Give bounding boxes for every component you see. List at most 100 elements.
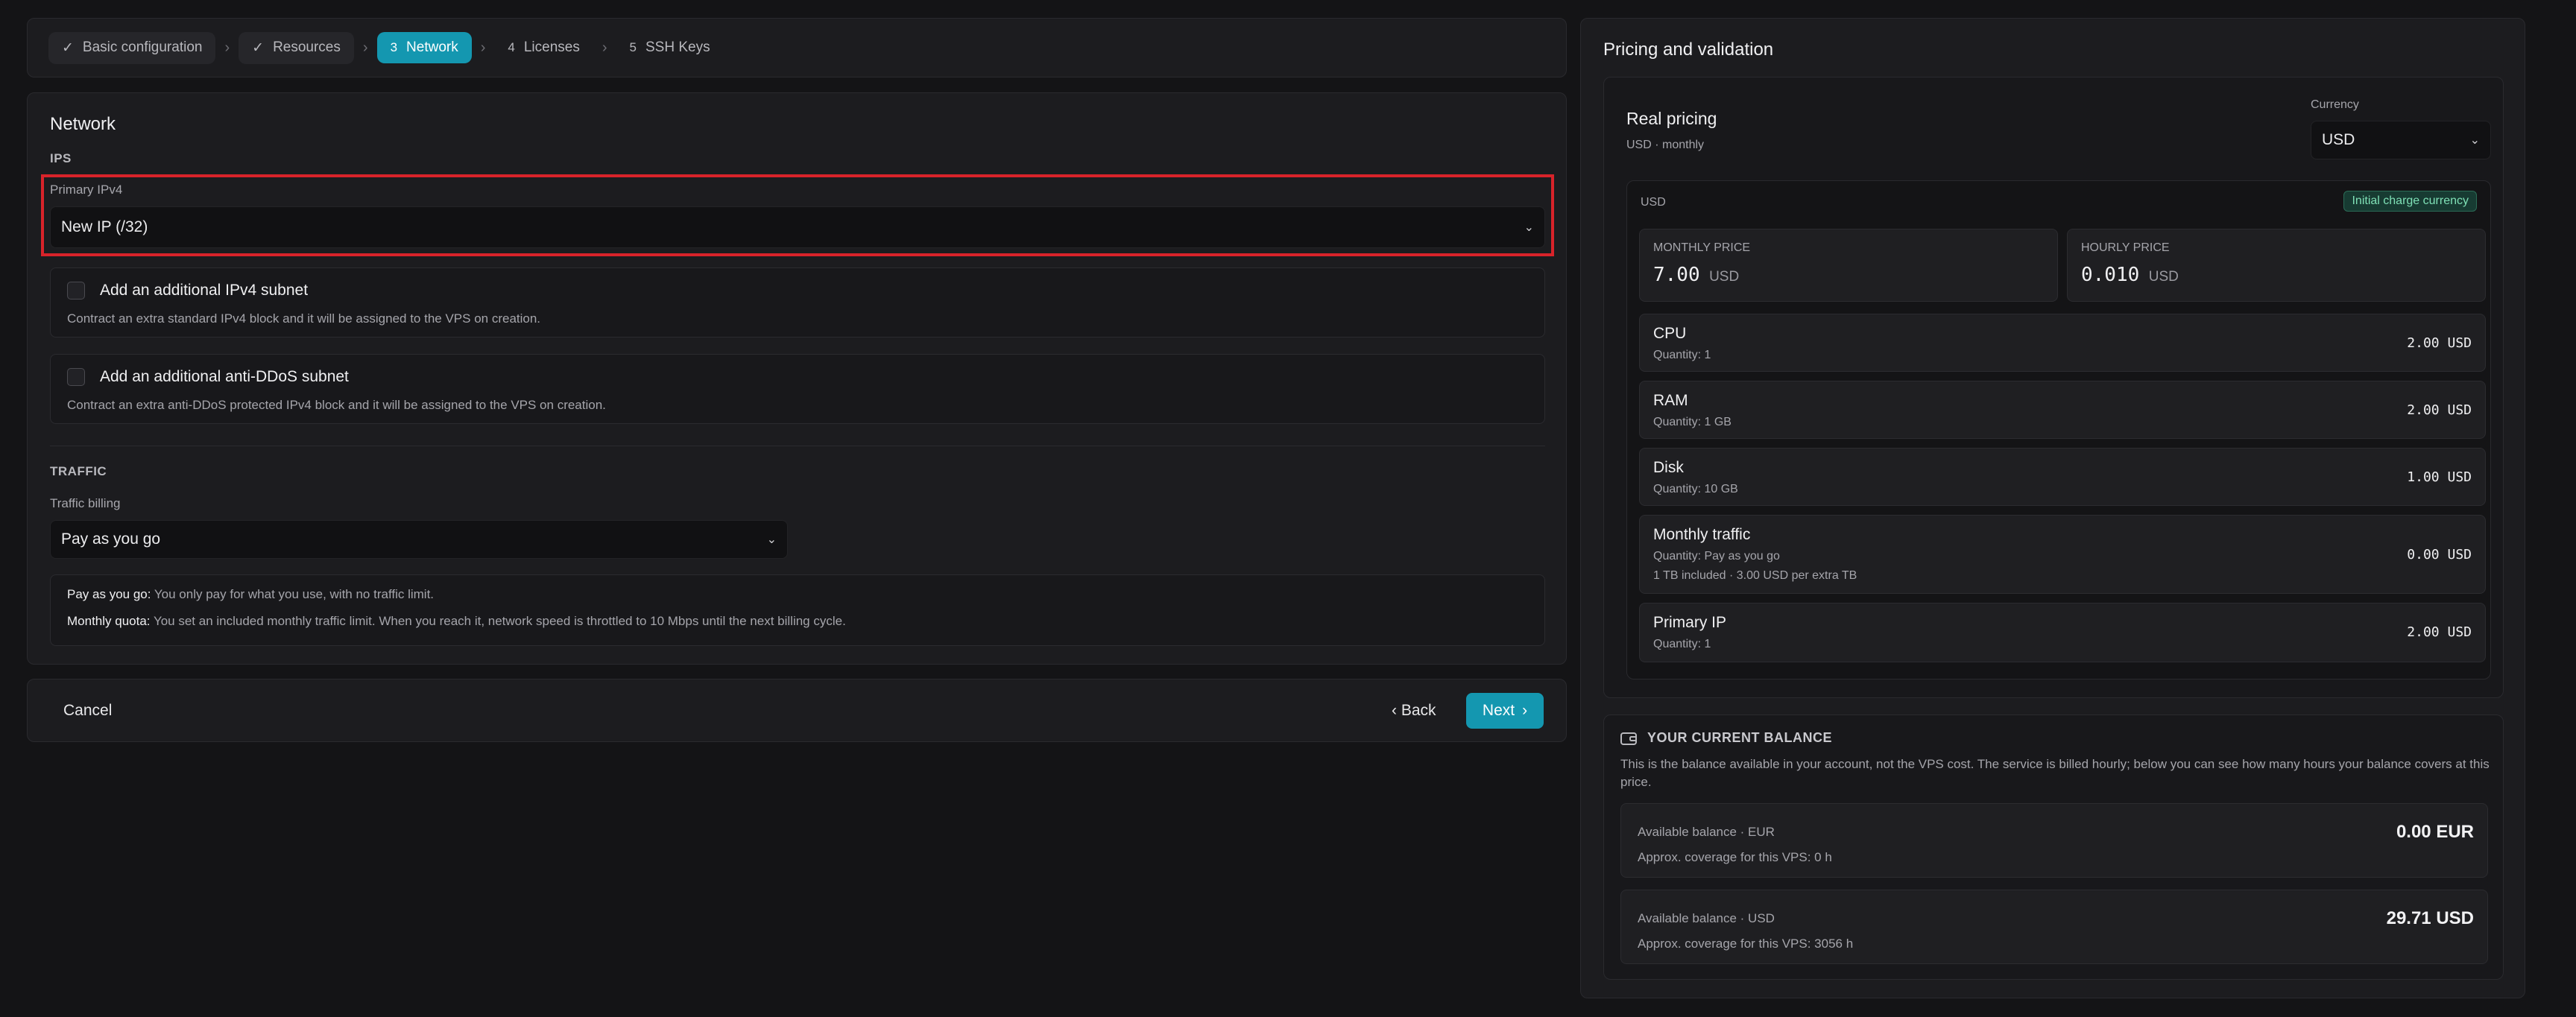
- chevron-left-icon: ‹: [1392, 702, 1397, 719]
- ips-heading: IPS: [50, 151, 72, 165]
- info-pay-as-you-go: Pay as you go: You only pay for what you…: [67, 587, 434, 602]
- line-item-title: RAM: [1653, 392, 1688, 409]
- balance-amount: 0.00 EUR: [2396, 822, 2474, 842]
- line-item-price: 0.00 USD: [2407, 547, 2472, 563]
- hourly-price-label: HOURLY PRICE: [2081, 241, 2170, 254]
- info-text: You only pay for what you use, with no t…: [154, 587, 435, 601]
- balance-description: This is the balance available in your ac…: [1620, 757, 2490, 789]
- section-title: Network: [50, 114, 116, 134]
- step-number: 4: [508, 40, 515, 54]
- line-item-quantity: Quantity: 1 GB: [1653, 416, 1731, 428]
- traffic-info-box: Pay as you go: You only pay for what you…: [50, 574, 1545, 646]
- cancel-button[interactable]: Cancel: [63, 702, 112, 720]
- option-title: Add an additional IPv4 subnet: [100, 282, 309, 299]
- balance-card: YOUR CURRENT BALANCE This is the balance…: [1603, 715, 2504, 980]
- hourly-price-card: HOURLY PRICE 0.010 USD: [2067, 229, 2486, 302]
- step-basic-configuration[interactable]: ✓ Basic configuration: [48, 31, 216, 64]
- chevron-down-icon: ⌄: [2469, 134, 2480, 147]
- anti-ddos-checkbox[interactable]: [67, 368, 85, 386]
- traffic-billing-label: Traffic billing: [50, 496, 121, 510]
- pricing-breakdown: USD Initial charge currency MONTHLY PRIC…: [1626, 180, 2491, 679]
- wizard-footer: Cancel ‹ Back Next ›: [27, 679, 1567, 742]
- hourly-price-value: 0.010: [2081, 264, 2140, 286]
- monthly-price-card: MONTHLY PRICE 7.00 USD: [1639, 229, 2058, 302]
- info-text: You set an included monthly traffic limi…: [153, 614, 846, 628]
- hourly-price-value-row: 0.010 USD: [2081, 264, 2179, 286]
- balance-heading-row: YOUR CURRENT BALANCE: [1620, 730, 1832, 746]
- check-icon: ✓: [252, 39, 265, 56]
- ipv4-subnet-checkbox[interactable]: [67, 282, 85, 300]
- pricing-subtitle: USD · monthly: [1626, 139, 1705, 151]
- step-network[interactable]: 3 Network: [376, 32, 472, 63]
- additional-ipv4-option[interactable]: Add an additional IPv4 subnet Contract a…: [50, 267, 1545, 338]
- line-item-monthly-traffic: Monthly traffic Quantity: Pay as you go …: [1639, 515, 2486, 594]
- real-pricing-heading: Real pricing: [1626, 109, 1717, 128]
- traffic-billing-select[interactable]: Pay as you go ⌄: [50, 520, 788, 559]
- highlight-box: [41, 174, 1554, 256]
- monthly-price-unit: USD: [1709, 269, 1740, 285]
- real-pricing-card: Real pricing USD · monthly Currency USD …: [1603, 77, 2504, 698]
- currency-select[interactable]: USD ⌄: [2311, 121, 2491, 159]
- balance-eur: Available balance · EUR Approx. coverage…: [1620, 803, 2488, 878]
- line-item-quantity: Quantity: 10 GB: [1653, 483, 1738, 495]
- step-label: Network: [406, 39, 458, 55]
- chevron-right-icon: ›: [602, 39, 607, 56]
- info-term: Pay as you go:: [67, 587, 151, 601]
- step-number: 3: [390, 40, 398, 54]
- balance-coverage: Approx. coverage for this VPS: 3056 h: [1638, 937, 1854, 951]
- next-button[interactable]: Next ›: [1466, 693, 1544, 729]
- pricing-title: Pricing and validation: [1603, 39, 1774, 60]
- line-item-quantity: Quantity: 1: [1653, 638, 1711, 650]
- step-licenses[interactable]: 4 Licenses: [494, 32, 593, 63]
- initial-charge-badge: Initial charge currency: [2343, 191, 2477, 212]
- line-item-note: 1 TB included · 3.00 USD per extra TB: [1653, 569, 1857, 582]
- line-item-title: Monthly traffic: [1653, 526, 1751, 543]
- step-ssh-keys[interactable]: 5 SSH Keys: [616, 32, 724, 63]
- line-item-title: Disk: [1653, 459, 1684, 476]
- step-resources[interactable]: ✓ Resources: [239, 31, 354, 64]
- traffic-billing-value: Pay as you go: [61, 530, 161, 548]
- anti-ddos-option[interactable]: Add an additional anti-DDoS subnet Contr…: [50, 354, 1545, 424]
- line-item-cpu: CPU Quantity: 1 2.00 USD: [1639, 314, 2486, 372]
- line-item-quantity: Quantity: Pay as you go: [1653, 550, 1780, 563]
- network-panel: Network IPS Primary IPv4 New IP (/32) ⌄ …: [27, 92, 1567, 665]
- balance-usd: Available balance · USD Approx. coverage…: [1620, 890, 2488, 964]
- balance-heading: YOUR CURRENT BALANCE: [1647, 730, 1832, 745]
- step-label: Resources: [273, 39, 341, 55]
- balance-amount: 29.71 USD: [2386, 908, 2474, 928]
- wizard-stepper: ✓ Basic configuration › ✓ Resources › 3 …: [27, 18, 1567, 77]
- monthly-price-value-row: 7.00 USD: [1653, 264, 1739, 286]
- hourly-price-unit: USD: [2148, 269, 2179, 285]
- back-button[interactable]: ‹ Back: [1392, 702, 1436, 720]
- info-monthly-quota: Monthly quota: You set an included month…: [67, 614, 846, 629]
- info-term: Monthly quota:: [67, 614, 151, 628]
- line-item-price: 2.00 USD: [2407, 335, 2472, 351]
- line-item-disk: Disk Quantity: 10 GB 1.00 USD: [1639, 448, 2486, 506]
- step-number: 5: [629, 40, 637, 54]
- traffic-heading: TRAFFIC: [50, 464, 107, 478]
- step-label: Licenses: [523, 39, 580, 55]
- line-item-price: 1.00 USD: [2407, 469, 2472, 485]
- monthly-price-label: MONTHLY PRICE: [1653, 241, 1751, 254]
- balance-coverage: Approx. coverage for this VPS: 0 h: [1638, 850, 1832, 864]
- line-item-price: 2.00 USD: [2407, 624, 2472, 640]
- chevron-right-icon: ›: [480, 39, 486, 56]
- monthly-price-value: 7.00: [1653, 264, 1700, 286]
- line-item-title: Primary IP: [1653, 614, 1727, 631]
- option-title: Add an additional anti-DDoS subnet: [100, 368, 349, 385]
- step-label: Basic configuration: [82, 39, 203, 55]
- box-currency: USD: [1641, 196, 1666, 209]
- next-label: Next: [1482, 702, 1515, 719]
- line-item-ram: RAM Quantity: 1 GB 2.00 USD: [1639, 381, 2486, 439]
- option-description: Contract an extra anti-DDoS protected IP…: [67, 398, 606, 412]
- chevron-right-icon: ›: [362, 39, 368, 56]
- line-item-price: 2.00 USD: [2407, 402, 2472, 418]
- step-label: SSH Keys: [645, 39, 710, 55]
- balance-label: Available balance · USD: [1638, 911, 1775, 925]
- line-item-title: CPU: [1653, 325, 1687, 342]
- option-description: Contract an extra standard IPv4 block an…: [67, 311, 541, 326]
- chevron-down-icon: ⌄: [766, 533, 777, 546]
- line-item-primary-ip: Primary IP Quantity: 1 2.00 USD: [1639, 603, 2486, 662]
- balance-label: Available balance · EUR: [1638, 825, 1775, 839]
- pricing-panel: Pricing and validation Real pricing USD …: [1580, 18, 2525, 998]
